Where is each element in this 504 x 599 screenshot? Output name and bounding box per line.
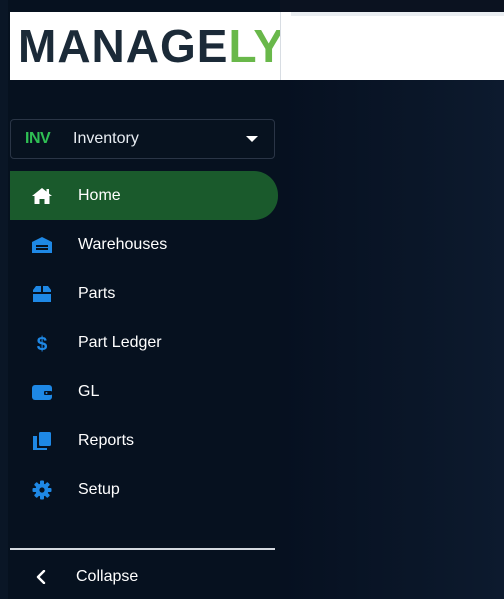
sidebar-item-gl[interactable]: GL xyxy=(10,367,278,416)
sidebar-item-reports[interactable]: Reports xyxy=(10,416,278,465)
sidebar-divider xyxy=(10,548,275,550)
collapse-label: Collapse xyxy=(76,568,139,585)
sidebar-item-label: Setup xyxy=(78,480,120,498)
logo-main-text: MANAGE xyxy=(18,20,229,72)
warehouse-icon xyxy=(30,235,54,255)
chevron-left-icon xyxy=(36,570,50,584)
main-content xyxy=(280,80,504,599)
sidebar-item-label: GL xyxy=(78,382,100,400)
module-dropdown[interactable]: INV Inventory xyxy=(10,119,275,159)
module-code: INV xyxy=(25,130,51,147)
logo-wordmark: MANAGELY™ xyxy=(18,23,294,69)
sidebar-item-parts[interactable]: Parts xyxy=(10,269,278,318)
top-header-bar xyxy=(280,12,504,80)
home-icon xyxy=(30,186,54,206)
svg-text:$: $ xyxy=(37,334,48,353)
sidebar-item-setup[interactable]: Setup xyxy=(10,465,278,514)
gear-icon xyxy=(30,480,54,500)
sidebar-item-label: Reports xyxy=(78,431,135,449)
sidebar-item-label: Home xyxy=(78,186,121,204)
logo-accent-text: LY xyxy=(228,20,286,72)
copy-icon xyxy=(30,431,54,451)
sidebar-item-warehouses[interactable]: Warehouses xyxy=(10,220,278,269)
wallet-icon xyxy=(30,382,54,402)
caret-down-icon xyxy=(246,136,258,142)
logo[interactable]: MANAGELY™ xyxy=(10,12,293,80)
module-label: Inventory xyxy=(73,130,139,147)
sidebar-nav: Home Warehouses Parts $ Part Ledger GL R… xyxy=(10,171,278,514)
box-icon xyxy=(30,284,54,304)
sidebar-item-home[interactable]: Home xyxy=(10,171,278,220)
collapse-button[interactable]: Collapse xyxy=(10,558,275,596)
dollar-icon: $ xyxy=(30,333,54,353)
sidebar-item-part-ledger[interactable]: $ Part Ledger xyxy=(10,318,278,367)
sidebar-item-label: Warehouses xyxy=(78,235,168,253)
sidebar-item-label: Part Ledger xyxy=(78,333,162,351)
sidebar-item-label: Parts xyxy=(78,284,116,302)
